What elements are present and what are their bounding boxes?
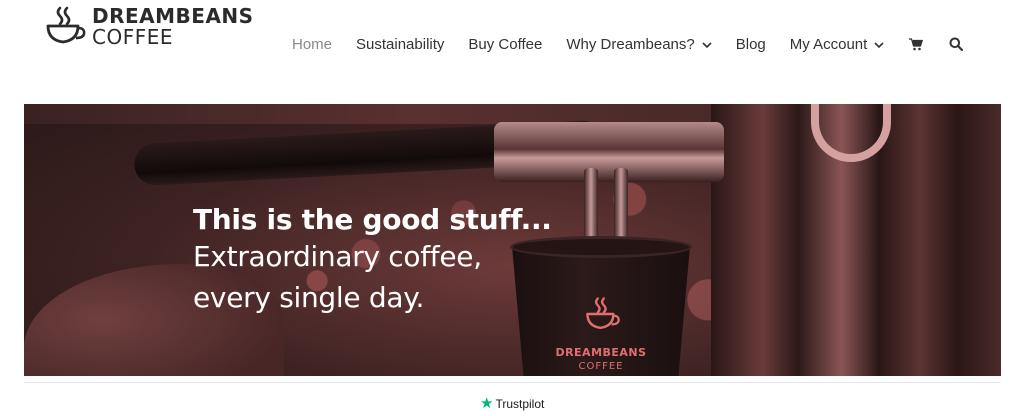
hero-subline-2: every single day. bbox=[193, 280, 425, 314]
site-header: DREAMBEANS COFFEE Home Sustainability Bu… bbox=[0, 0, 1024, 100]
nav-item-buy-coffee[interactable]: Buy Coffee bbox=[456, 0, 554, 94]
hero-subline-1: Extraordinary coffee, bbox=[193, 240, 482, 273]
nav-item-label: My Account bbox=[789, 35, 868, 53]
cup-brand-subtext: COFFEE bbox=[578, 361, 624, 372]
main-nav: Home Sustainability Buy Coffee Why Dream… bbox=[280, 0, 976, 100]
hero-text-block: This is the good stuff... Extraordinary … bbox=[193, 202, 552, 318]
section-divider bbox=[24, 382, 1001, 383]
cup-brand-text: DREAMBEANS bbox=[555, 346, 647, 359]
nav-item-label: Home bbox=[292, 35, 333, 53]
search-button[interactable] bbox=[936, 0, 976, 94]
search-icon bbox=[949, 37, 964, 51]
nav-item-label: Buy Coffee bbox=[468, 35, 543, 53]
portafilter-spout bbox=[614, 168, 628, 238]
chevron-down-icon bbox=[702, 41, 712, 48]
logo-wordmark-secondary: COFFEE bbox=[92, 25, 173, 49]
hero-headline: This is the good stuff... bbox=[193, 203, 552, 236]
hero-banner: DREAMBEANS COFFEE This is the good stuff… bbox=[24, 104, 1001, 376]
logo-wordmark-primary: DREAMBEANS bbox=[92, 4, 254, 28]
trustpilot-label: Trustpilot bbox=[495, 396, 545, 411]
nav-item-label: Why Dreambeans? bbox=[566, 35, 695, 53]
trustpilot-widget[interactable]: ★ Trustpilot bbox=[480, 396, 544, 411]
nav-item-why-dreambeans[interactable]: Why Dreambeans? bbox=[554, 0, 723, 94]
nav-item-label: Blog bbox=[735, 35, 766, 53]
nav-item-blog[interactable]: Blog bbox=[724, 0, 778, 94]
nav-item-home[interactable]: Home bbox=[280, 0, 344, 94]
nav-item-sustainability[interactable]: Sustainability bbox=[344, 0, 456, 94]
nav-item-my-account[interactable]: My Account bbox=[778, 0, 897, 94]
coffee-cup-logo-icon bbox=[586, 297, 620, 330]
site-logo[interactable]: DREAMBEANS COFFEE bbox=[44, 6, 254, 47]
nav-item-label: Sustainability bbox=[356, 35, 445, 53]
chevron-down-icon bbox=[874, 41, 884, 48]
portafilter-spout bbox=[584, 168, 598, 238]
cart-button[interactable] bbox=[896, 0, 936, 94]
cart-icon bbox=[909, 37, 924, 50]
coffee-cup-logo-icon bbox=[46, 6, 86, 44]
star-icon: ★ bbox=[480, 395, 494, 412]
portafilter-head bbox=[494, 122, 724, 182]
